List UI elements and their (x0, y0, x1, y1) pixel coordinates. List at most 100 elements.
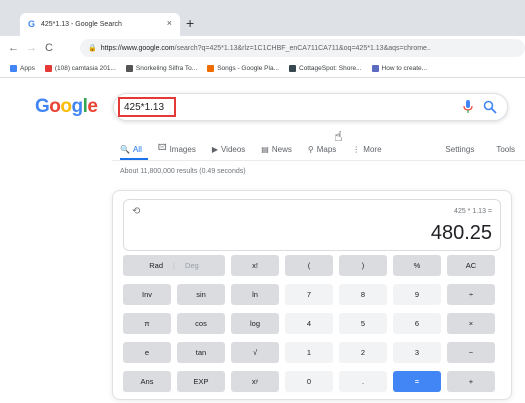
history-icon[interactable]: ⟲ (132, 206, 140, 217)
tab-close-icon[interactable]: × (167, 18, 172, 28)
tab-news[interactable]: ▤ News (261, 140, 292, 158)
bookmark-item[interactable]: How to create... (371, 65, 428, 72)
calc-key[interactable]: × (447, 313, 495, 334)
calc-key[interactable]: ( (285, 255, 333, 276)
tab-images[interactable]: 🖾 Images (158, 140, 196, 158)
lock-icon: 🔒 (88, 45, 97, 52)
calc-key[interactable]: ln (231, 284, 279, 305)
browser-toolbar: ← → C 🔒 https://www.google.com /search?q… (0, 36, 525, 60)
calc-key[interactable]: ) (339, 255, 387, 276)
calc-key[interactable]: Ans (123, 371, 171, 392)
calc-key[interactable]: xʸ (231, 371, 279, 392)
calc-key[interactable]: 6 (393, 313, 441, 334)
all-tab-icon: 🔍 (120, 144, 130, 154)
tab-label: News (271, 144, 292, 154)
calc-key[interactable]: cos (177, 313, 225, 334)
tab-maps[interactable]: ⚲ Maps (308, 140, 336, 158)
browser-tab-active[interactable]: G 425*1.13 - Google Search × (20, 13, 180, 36)
search-box[interactable]: 425*1.13 (113, 93, 508, 121)
calc-key[interactable]: 9 (393, 284, 441, 305)
bookmark-label: How to create... (381, 65, 428, 72)
bookmark-item[interactable]: Songs - Google Pla... (207, 65, 279, 72)
bookmark-icon (125, 65, 133, 72)
back-button[interactable]: ← (8, 42, 19, 54)
bookmark-label: (108) camtasia 201... (54, 65, 116, 72)
tools-link[interactable]: Tools (496, 145, 515, 154)
calculator-widget: ⟲ 425 * 1.13 = 480.25 Rad | Deg x!()% AC Inv s… (112, 190, 512, 400)
tab-title: 425*1.13 - Google Search (41, 21, 122, 28)
calc-key[interactable]: . (339, 371, 387, 392)
calc-key[interactable]: 8 (339, 284, 387, 305)
tab-videos[interactable]: ▶ Videos (212, 140, 245, 158)
bookmark-item[interactable]: CottageSpot: Shore... (289, 65, 362, 72)
calc-key[interactable]: √ (231, 342, 279, 363)
calc-key[interactable]: e (123, 342, 171, 363)
tab-label: Videos (220, 144, 246, 154)
calc-key[interactable]: EXP (177, 371, 225, 392)
settings-link[interactable]: Settings (445, 145, 474, 154)
calc-key[interactable]: − (447, 342, 495, 363)
deg-label[interactable]: Deg (185, 261, 199, 270)
bookmark-label: CottageSpot: Shore... (299, 65, 362, 72)
tab-label: Images (169, 144, 196, 154)
news-tab-icon: ▤ (261, 144, 269, 154)
browser-tabstrip: G 425*1.13 - Google Search × + (0, 0, 525, 36)
calculator-result: 480.25 (430, 222, 492, 244)
calc-key[interactable]: 5 (339, 313, 387, 334)
tab-all[interactable]: 🔍 All (120, 140, 142, 158)
bookmark-icon (10, 65, 17, 72)
logo-letter: o (60, 96, 72, 117)
images-tab-icon: 🖾 (157, 143, 167, 152)
microphone-icon[interactable] (463, 100, 473, 114)
new-tab-button[interactable]: + (186, 15, 194, 31)
more-tab-icon: ⋮ (352, 144, 361, 154)
address-bar[interactable]: 🔒 https://www.google.com /search?q=425*1… (80, 39, 525, 57)
google-logo[interactable]: Google (35, 96, 98, 118)
calc-key[interactable]: ÷ (447, 284, 495, 305)
url-path: /search?q=425*1.13&rlz=1C1CHBF_enCA711CA… (174, 44, 431, 52)
bookmarks-bar: Apps (108) camtasia 201... Snorkeling Silf… (0, 60, 525, 78)
calculator-display: ⟲ 425 * 1.13 = 480.25 (123, 199, 501, 251)
maps-tab-icon: ⚲ (307, 144, 314, 154)
search-input[interactable]: 425*1.13 (118, 97, 176, 117)
tab-more[interactable]: ⋮ More (352, 140, 381, 158)
tab-label: More (363, 144, 382, 154)
videos-tab-icon: ▶ (211, 144, 218, 154)
search-tools: Settings Tools (423, 140, 515, 158)
bookmark-item[interactable]: (108) camtasia 201... (44, 65, 116, 72)
tab-label: Maps (316, 144, 337, 154)
url-host: https://www.google.com (100, 44, 175, 52)
calc-key[interactable]: % (393, 255, 441, 276)
rad-deg-toggle[interactable]: Rad | Deg (123, 255, 225, 276)
forward-button[interactable]: → (26, 42, 37, 54)
calc-key[interactable]: tan (177, 342, 225, 363)
rad-label[interactable]: Rad (149, 261, 163, 270)
calc-key[interactable]: 0 (285, 371, 333, 392)
tab-label: All (132, 144, 142, 154)
logo-letter: g (71, 96, 84, 117)
calc-key[interactable]: 3 (393, 342, 441, 363)
calc-key[interactable]: + (447, 371, 495, 392)
calc-key[interactable]: 1 (285, 342, 333, 363)
bookmark-icon (207, 65, 215, 72)
calc-key[interactable]: π (123, 313, 171, 334)
search-icon[interactable] (483, 100, 497, 114)
bookmark-item[interactable]: Snorkeling Silfra To... (125, 65, 198, 72)
calc-key[interactable]: log (231, 313, 279, 334)
calc-key[interactable]: x! (231, 255, 279, 276)
result-stats: About 11,800,000 results (0.49 seconds) (120, 168, 246, 175)
calc-key[interactable]: Inv (123, 284, 171, 305)
toggle-separator: | (173, 261, 175, 270)
calc-key[interactable]: sin (177, 284, 225, 305)
calculator-expression: 425 * 1.13 = (454, 208, 492, 215)
reload-button[interactable]: C (44, 42, 54, 54)
bookmark-icon (289, 65, 296, 72)
calc-key[interactable]: = (393, 371, 441, 392)
bookmark-icon (44, 65, 52, 72)
bookmark-item[interactable]: Apps (10, 65, 35, 72)
calc-key[interactable]: 7 (285, 284, 333, 305)
calc-key[interactable]: 4 (285, 313, 333, 334)
bookmark-label: Snorkeling Silfra To... (135, 65, 198, 72)
calc-key[interactable]: 2 (339, 342, 387, 363)
calc-key[interactable]: AC (447, 255, 495, 276)
